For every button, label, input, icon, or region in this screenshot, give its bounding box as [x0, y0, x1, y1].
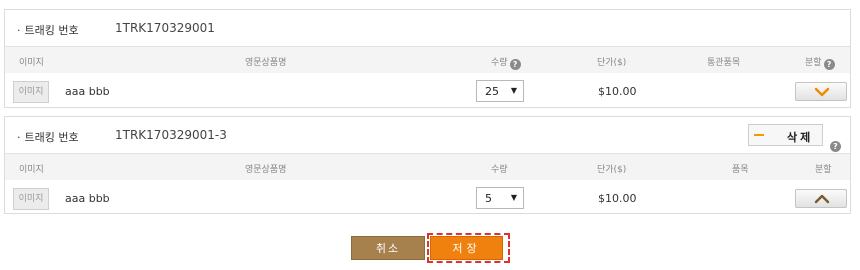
dropdown-arrow-icon: ▼: [510, 193, 517, 202]
tracking-header: · 트래킹 번호 1TRK170329001: [5, 10, 850, 46]
tracking-label: · 트래킹 번호: [17, 24, 79, 37]
col-product-name: 영문상품명: [245, 58, 287, 68]
help-icon[interactable]: ?: [823, 59, 835, 70]
help-icon[interactable]: ?: [509, 59, 521, 70]
tracking-panel-1: · 트래킹 번호 1TRK170329001 이미지 영문상품명 수량? 단가($…: [4, 9, 851, 108]
help-icon[interactable]: ?: [830, 141, 841, 152]
tracking-label: · 트래킹 번호: [17, 131, 79, 144]
quantity-select[interactable]: 25 ▼: [476, 80, 524, 102]
delete-button[interactable]: 삭제: [748, 124, 823, 146]
col-quantity: 수량?: [491, 55, 521, 70]
column-header-row: 이미지 영문상품명 수량 단가($) 품목 분할: [5, 153, 850, 180]
col-quantity: 수량: [491, 165, 508, 175]
tracking-header: · 트래킹 번호 1TRK170329001-3 삭제 ?: [5, 117, 850, 153]
quantity-value: 25: [485, 85, 499, 98]
product-name: aaa bbb: [65, 192, 110, 205]
image-placeholder: 이미지: [13, 188, 49, 210]
column-header-row: 이미지 영문상품명 수량? 단가($) 통관품목 분할?: [5, 46, 850, 73]
chevron-up-icon: [814, 194, 830, 204]
col-image: 이미지: [19, 58, 44, 68]
minus-icon: [751, 127, 767, 143]
unit-price: $10.00: [598, 192, 637, 205]
quantity-select[interactable]: 5 ▼: [476, 187, 524, 209]
col-image: 이미지: [19, 165, 44, 175]
chevron-down-icon: [814, 87, 830, 97]
delete-label: 삭제: [787, 131, 814, 144]
col-category: 품목: [732, 165, 749, 175]
table-row: 이미지 aaa bbb 5 ▼ $10.00: [5, 180, 850, 216]
col-split: 분할: [815, 165, 832, 175]
col-customs-category: 통관품목: [707, 58, 741, 68]
col-split: 분할?: [805, 55, 835, 70]
save-button[interactable]: 저장: [430, 236, 503, 260]
col-product-name: 영문상품명: [245, 165, 287, 175]
dropdown-arrow-icon: ▼: [510, 86, 517, 95]
col-unit-price: 단가($): [597, 165, 627, 175]
tracking-panel-2: · 트래킹 번호 1TRK170329001-3 삭제 ? 이미지 영문상품명 수…: [4, 116, 851, 214]
split-button[interactable]: [795, 189, 847, 208]
tracking-number: 1TRK170329001-3: [115, 128, 227, 142]
quantity-value: 5: [485, 192, 492, 205]
image-placeholder: 이미지: [13, 81, 49, 103]
table-row: 이미지 aaa bbb 25 ▼ $10.00: [5, 73, 850, 109]
col-unit-price: 단가($): [597, 58, 627, 68]
tracking-number: 1TRK170329001: [115, 21, 215, 35]
unit-price: $10.00: [598, 85, 637, 98]
split-button[interactable]: [795, 82, 847, 101]
cancel-button[interactable]: 취소: [351, 236, 425, 260]
product-name: aaa bbb: [65, 85, 110, 98]
